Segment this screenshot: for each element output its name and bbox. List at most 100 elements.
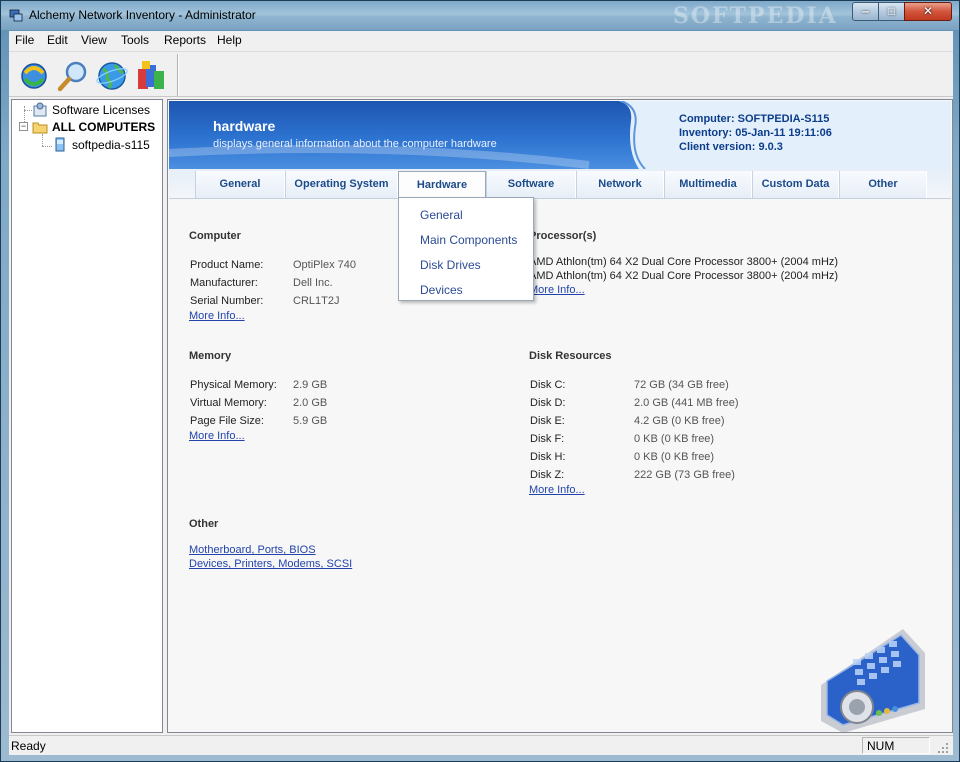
disk-value: 72 GB (34 GB free) [634, 379, 729, 391]
tree-label: Software Licenses [52, 103, 151, 117]
manufacturer-label: Manufacturer: [190, 277, 258, 289]
processor-heading: Processor(s) [529, 230, 597, 242]
inventory-date: Inventory: 05-Jan-11 19:11:06 [679, 127, 832, 139]
dropdown-item-main-components[interactable]: Main Components [420, 233, 517, 247]
processor-line: AMD Athlon(tm) 64 X2 Dual Core Processor… [529, 256, 839, 268]
hardware-dropdown-menu: General Main Components Disk Drives Devi… [398, 197, 534, 301]
virtual-memory-label: Virtual Memory: [190, 397, 267, 409]
disk-value: 0 KB (0 KB free) [634, 451, 715, 463]
close-button[interactable]: ✕ [904, 2, 952, 21]
product-name-value: OptiPlex 740 [293, 259, 356, 271]
serial-number-label: Serial Number: [190, 295, 264, 307]
header-banner: hardware displays general information ab… [169, 101, 951, 169]
collapse-icon[interactable]: − [19, 122, 28, 131]
search-icon[interactable] [56, 59, 90, 93]
dropdown-item-disk-drives[interactable]: Disk Drives [420, 258, 481, 272]
physical-memory-value: 2.9 GB [293, 379, 328, 391]
resize-grip-icon[interactable] [935, 740, 949, 754]
refresh-icon[interactable] [17, 59, 51, 93]
disk-label: Disk F: [530, 433, 565, 445]
client-version: Client version: 9.0.3 [679, 141, 783, 153]
tab-operating-system[interactable]: Operating System [285, 171, 398, 198]
status-text: Ready [11, 739, 46, 753]
computer-name: Computer: SOFTPEDIA-S115 [679, 113, 830, 125]
window-title: Alchemy Network Inventory - Administrato… [29, 8, 256, 22]
install-package-icon[interactable] [134, 59, 168, 93]
page-file-size-label: Page File Size: [190, 415, 264, 427]
disk-label: Disk E: [530, 415, 565, 427]
toolbar [9, 51, 953, 97]
app-icon [9, 9, 23, 22]
computer-tree: Software Licenses − ALL COMPUTERS softpe… [11, 99, 163, 733]
tab-other[interactable]: Other [839, 171, 927, 198]
dropdown-item-devices[interactable]: Devices [420, 283, 463, 297]
menu-view[interactable]: View [81, 33, 107, 47]
network-globe-icon[interactable] [95, 59, 129, 93]
page-file-size-value: 5.9 GB [293, 415, 328, 427]
tree-label: ALL COMPUTERS [52, 120, 156, 134]
menu-help[interactable]: Help [217, 33, 242, 47]
app-window: Alchemy Network Inventory - Administrato… [0, 0, 960, 762]
disk-value: 0 KB (0 KB free) [634, 433, 715, 445]
toolbar-separator [177, 54, 178, 96]
serial-number-value: CRL1T2J [293, 295, 340, 307]
tab-multimedia[interactable]: Multimedia [664, 171, 752, 198]
dropdown-item-general[interactable]: General [420, 208, 463, 222]
other-heading: Other [189, 518, 219, 530]
motherboard-link[interactable]: Motherboard, Ports, BIOS [189, 544, 316, 556]
tab-general[interactable]: General [195, 171, 285, 198]
licenses-icon [33, 102, 47, 117]
maximize-icon: □ [887, 4, 896, 18]
tree-line [42, 134, 43, 146]
disk-label: Disk D: [530, 397, 566, 409]
maximize-button[interactable]: □ [878, 2, 905, 21]
tab-custom-data[interactable]: Custom Data [752, 171, 839, 198]
processor-line: AMD Athlon(tm) 64 X2 Dual Core Processor… [529, 270, 839, 282]
control-panel-illustration [821, 629, 925, 732]
disk-resources-heading: Disk Resources [529, 350, 612, 362]
status-bar: Ready NUM [9, 735, 953, 755]
tree-label: softpedia-s115 [72, 138, 150, 152]
tab-bar: General Operating System Hardware Softwa… [169, 169, 951, 199]
watermark-text: SOFTPEDIA [673, 3, 838, 29]
menu-tools[interactable]: Tools [121, 33, 149, 47]
content-panel: hardware displays general information ab… [167, 99, 953, 733]
computer-heading: Computer [189, 230, 241, 242]
disk-more-info-link[interactable]: More Info... [529, 484, 585, 496]
tree-line [24, 110, 32, 111]
virtual-memory-value: 2.0 GB [293, 397, 328, 409]
disk-value: 4.2 GB (0 KB free) [634, 415, 725, 427]
disk-value: 222 GB (73 GB free) [634, 469, 735, 481]
menu-reports[interactable]: Reports [164, 33, 206, 47]
disk-label: Disk C: [530, 379, 566, 391]
computer-more-info-link[interactable]: More Info... [189, 310, 245, 322]
processor-more-info-link[interactable]: More Info... [529, 284, 585, 296]
num-lock-indicator: NUM [867, 739, 895, 753]
title-bar[interactable]: Alchemy Network Inventory - Administrato… [1, 1, 959, 30]
disk-label: Disk H: [530, 451, 566, 463]
tree-line [42, 146, 52, 147]
memory-more-info-link[interactable]: More Info... [189, 430, 245, 442]
manufacturer-value: Dell Inc. [293, 277, 333, 289]
menu-edit[interactable]: Edit [47, 33, 68, 47]
menu-bar: File Edit View Tools Reports Help [9, 31, 953, 51]
folder-icon [32, 122, 48, 134]
devices-link[interactable]: Devices, Printers, Modems, SCSI [189, 558, 352, 570]
disk-value: 2.0 GB (441 MB free) [634, 397, 739, 409]
minimize-icon: ‒ [862, 4, 869, 18]
computer-icon [55, 137, 65, 152]
tab-network[interactable]: Network [576, 171, 664, 198]
memory-heading: Memory [189, 350, 232, 362]
section-title: hardware [213, 118, 276, 134]
num-lock-panel: NUM [862, 737, 930, 754]
minimize-button[interactable]: ‒ [852, 2, 879, 21]
tab-software[interactable]: Software [486, 171, 576, 198]
section-subtitle: displays general information about the c… [213, 138, 497, 150]
product-name-label: Product Name: [190, 259, 264, 271]
menu-file[interactable]: File [15, 33, 34, 47]
client-area: File Edit View Tools Reports Help Softwa… [9, 31, 953, 755]
banner-swoosh [169, 101, 951, 169]
close-icon: ✕ [922, 4, 934, 18]
tab-hardware[interactable]: Hardware [398, 171, 486, 199]
disk-label: Disk Z: [530, 469, 565, 481]
